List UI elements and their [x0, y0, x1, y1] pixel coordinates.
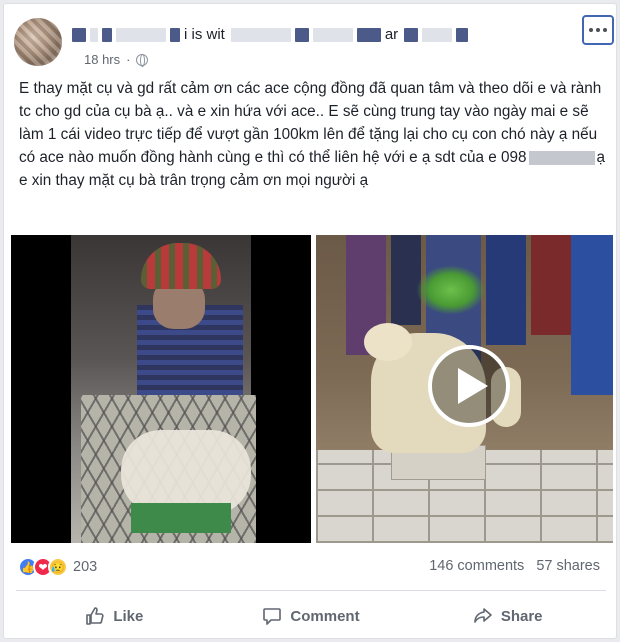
globe-icon[interactable]	[136, 53, 149, 67]
share-icon	[474, 608, 492, 623]
more-options-button[interactable]	[582, 15, 614, 45]
share-button[interactable]: Share	[409, 596, 606, 636]
thumbs-up-icon	[86, 607, 104, 625]
post-header: i is wit ar 18 hrs ·	[4, 4, 616, 70]
author-line: i is wit ar	[72, 26, 532, 46]
avatar[interactable]	[14, 18, 62, 66]
like-label: Like	[113, 607, 144, 625]
photo-left[interactable]	[11, 235, 311, 543]
post-time[interactable]: 18 hrs	[84, 52, 120, 67]
play-button[interactable]	[428, 345, 510, 427]
redacted-name	[404, 27, 419, 42]
post-media	[11, 235, 613, 543]
share-label: Share	[500, 607, 543, 625]
author-text: i is wit	[184, 26, 225, 44]
comments-count[interactable]: 146 comments	[429, 558, 524, 574]
like-button[interactable]: Like	[16, 596, 213, 636]
shares-count[interactable]: 57 shares	[536, 558, 600, 574]
sad-reaction-icon: 😥	[48, 557, 68, 577]
post-meta: 18 hrs ·	[84, 52, 149, 67]
redacted-name	[456, 27, 469, 42]
redacted-name	[312, 27, 353, 42]
redacted-name	[116, 27, 166, 42]
comment-icon	[263, 608, 282, 625]
redacted-name	[72, 27, 86, 42]
redacted-name	[422, 27, 453, 42]
post-card: i is wit ar 18 hrs · E thay mặt cụ và gd …	[3, 3, 617, 639]
reactions-summary[interactable]: 👍 ❤ 😥 203	[18, 557, 97, 577]
photo-scene	[71, 235, 256, 543]
post-text-part1: E thay mặt cụ và gd rất cảm ơn các ace c…	[19, 80, 602, 166]
reaction-count: 203	[73, 559, 98, 575]
action-bar: Like Comment Share	[16, 596, 606, 636]
post-text: E thay mặt cụ và gd rất cảm ơn các ace c…	[19, 77, 609, 192]
play-icon	[458, 368, 488, 404]
redacted-name	[90, 27, 98, 42]
divider	[16, 590, 606, 591]
video-thumbnail[interactable]	[316, 235, 613, 543]
author-text: ar	[384, 26, 399, 44]
more-options-icon	[589, 28, 593, 32]
comment-label: Comment	[290, 607, 360, 625]
comment-button[interactable]: Comment	[213, 596, 410, 636]
engagement-counts: 146 comments 57 shares	[429, 558, 600, 574]
redacted-name	[294, 27, 309, 42]
meta-separator: ·	[126, 52, 131, 67]
redacted-name	[170, 27, 180, 42]
redacted-name	[102, 27, 112, 42]
redacted-phone	[528, 150, 595, 165]
redacted-name	[230, 27, 291, 42]
redacted-name	[356, 27, 381, 42]
